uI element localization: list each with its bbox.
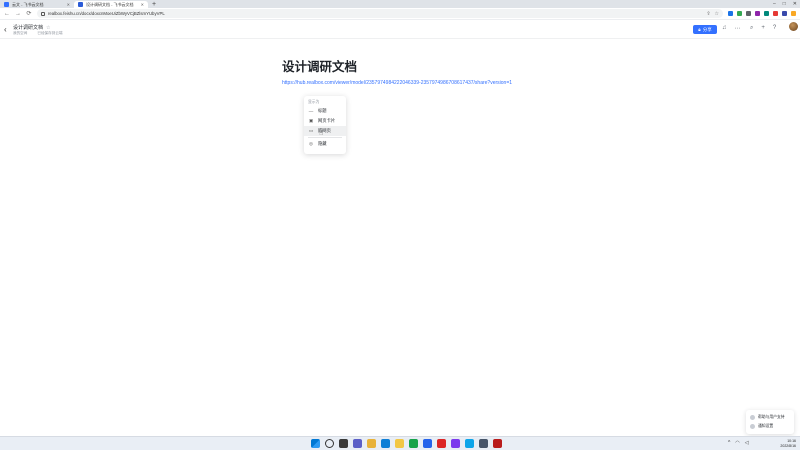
popup-item-card[interactable]: ▣ 网页卡片 bbox=[304, 116, 346, 126]
window-controls: – □ ✕ bbox=[773, 1, 797, 7]
reload-icon[interactable]: ⟳ bbox=[26, 10, 32, 17]
display-as-popup-menu: 显示为 — 标题 ▣ 网页卡片 ▭ 嵌网页 ◎ 隐藏 bbox=[304, 96, 346, 154]
maximize-button[interactable]: □ bbox=[783, 1, 786, 7]
close-icon[interactable]: ✕ bbox=[67, 2, 70, 7]
embed-icon: ▭ bbox=[308, 128, 314, 133]
search-icon[interactable] bbox=[325, 439, 334, 448]
chat-icon[interactable] bbox=[353, 439, 362, 448]
app-icon[interactable] bbox=[465, 439, 474, 448]
popup-item-label: 标题 bbox=[318, 108, 327, 113]
file-explorer-icon[interactable] bbox=[395, 439, 404, 448]
share-page-icon[interactable]: ⇪ bbox=[706, 11, 710, 17]
extension-icon[interactable] bbox=[728, 11, 733, 16]
popup-item-embed[interactable]: ▭ 嵌网页 bbox=[304, 126, 346, 136]
address-bar[interactable]: realbox.feishu.cn/docx/doxcnMoeUiZbWyVCj… bbox=[36, 9, 723, 18]
app-icon[interactable] bbox=[493, 439, 502, 448]
popup-item-label: 网页卡片 bbox=[318, 118, 336, 123]
app-icon[interactable] bbox=[479, 439, 488, 448]
feishu-icon[interactable] bbox=[423, 439, 432, 448]
notification-bell-icon[interactable]: ♫ bbox=[722, 25, 727, 32]
windows-start-icon[interactable] bbox=[311, 439, 320, 448]
clock-date: 2022/8/16 bbox=[780, 443, 796, 448]
extension-icon[interactable] bbox=[746, 11, 751, 16]
extension-icon[interactable] bbox=[791, 11, 796, 16]
search-icon[interactable]: ⌕ bbox=[750, 25, 753, 32]
windows-taskbar: ^ ◠ ◁ 10:16 2022/8/16 bbox=[0, 436, 800, 450]
extension-icon[interactable] bbox=[782, 11, 787, 16]
document-link[interactable]: https://hub.realbox.com/viewer/model/235… bbox=[282, 79, 514, 88]
more-icon[interactable]: ⋯ bbox=[735, 25, 741, 32]
popup-divider bbox=[308, 137, 342, 138]
popup-header: 显示为 bbox=[308, 100, 320, 104]
browser-tab-strip: 云文 - 飞书云文档 ✕ 设计调研文档 - 飞书云文档 ✕ + – □ ✕ bbox=[0, 0, 800, 8]
help-item-label: 通知设置 bbox=[758, 424, 774, 428]
browser-toolbar: ← → ⟳ realbox.feishu.cn/docx/doxcnMoeUiZ… bbox=[0, 8, 800, 20]
card-icon: ▣ bbox=[308, 118, 314, 123]
feishu-favicon-icon bbox=[78, 2, 83, 7]
new-tab-button[interactable]: + bbox=[152, 1, 156, 8]
bookmark-star-icon[interactable]: ☆ bbox=[715, 11, 719, 17]
forward-arrow-icon[interactable]: → bbox=[15, 11, 21, 17]
help-item-label: 帮助与用户支持 bbox=[758, 415, 785, 419]
extension-icon[interactable] bbox=[755, 11, 760, 16]
extension-icon[interactable] bbox=[773, 11, 778, 16]
edge-icon[interactable] bbox=[381, 439, 390, 448]
app-icon[interactable] bbox=[451, 439, 460, 448]
tab-title: 设计调研文档 - 飞书云文档 bbox=[86, 1, 134, 7]
save-status: 已经保存到云端 bbox=[37, 31, 63, 35]
close-icon[interactable]: ✕ bbox=[141, 2, 144, 7]
back-icon[interactable]: ‹ bbox=[4, 25, 7, 34]
wifi-icon[interactable]: ◠ bbox=[735, 440, 739, 446]
help-icon bbox=[750, 415, 755, 420]
add-icon[interactable]: + bbox=[761, 25, 765, 32]
help-support-item[interactable]: 帮助与用户支持 bbox=[750, 413, 790, 422]
minimize-button[interactable]: – bbox=[773, 1, 776, 7]
settings-icon bbox=[750, 424, 755, 429]
share-button[interactable]: 🔒︎ 分享 bbox=[693, 25, 717, 34]
lock-icon: 🔒︎ bbox=[698, 27, 701, 32]
extension-icon[interactable] bbox=[764, 11, 769, 16]
help-widget: 帮助与用户支持 通知设置 bbox=[746, 410, 794, 434]
volume-icon[interactable]: ◁ bbox=[745, 440, 749, 446]
tab-title: 云文 - 飞书云文档 bbox=[12, 1, 44, 7]
browser-tab-home[interactable]: 云文 - 飞书云文档 ✕ bbox=[0, 1, 74, 8]
task-view-icon[interactable] bbox=[339, 439, 348, 448]
url-text: realbox.feishu.cn/docx/doxcnMoeUiZbWyVCj… bbox=[47, 11, 165, 16]
back-arrow-icon[interactable]: ← bbox=[4, 11, 10, 17]
feishu-favicon-icon bbox=[4, 2, 9, 7]
popup-item-hide[interactable]: ◎ 隐藏 bbox=[304, 139, 346, 149]
popup-item-label: 隐藏 bbox=[318, 141, 327, 146]
page-title[interactable]: 设计调研文档 bbox=[282, 56, 357, 75]
chrome-icon[interactable] bbox=[367, 439, 376, 448]
wechat-icon[interactable] bbox=[409, 439, 418, 448]
popup-item-title[interactable]: — 标题 bbox=[304, 106, 346, 116]
help-icon[interactable]: ? bbox=[773, 25, 776, 32]
title-icon: — bbox=[308, 108, 314, 114]
lock-icon bbox=[40, 11, 45, 16]
avatar[interactable] bbox=[789, 22, 798, 31]
close-window-button[interactable]: ✕ bbox=[793, 1, 797, 7]
browser-tab-doc[interactable]: 设计调研文档 - 飞书云文档 ✕ bbox=[74, 1, 148, 8]
hand-cursor-icon: ☝ bbox=[319, 130, 324, 137]
extension-icons bbox=[728, 11, 796, 16]
system-clock[interactable]: 10:16 2022/8/16 bbox=[776, 439, 796, 448]
share-button-label: 分享 bbox=[702, 26, 712, 32]
chevron-up-icon[interactable]: ^ bbox=[728, 440, 730, 446]
notification-settings-item[interactable]: 通知设置 bbox=[750, 422, 790, 431]
extension-icon[interactable] bbox=[737, 11, 742, 16]
doc-header-title[interactable]: 设计调研文档 bbox=[13, 24, 43, 31]
doc-location[interactable]: 我的空间 bbox=[13, 31, 27, 36]
star-icon[interactable]: ☆ bbox=[46, 25, 50, 31]
hide-icon: ◎ bbox=[309, 141, 313, 146]
app-icon[interactable] bbox=[437, 439, 446, 448]
doc-header: ‹ 设计调研文档 ☆ 我的空间 已经保存到云端 🔒︎ 分享 ♫ ⋯ bbox=[0, 20, 800, 39]
